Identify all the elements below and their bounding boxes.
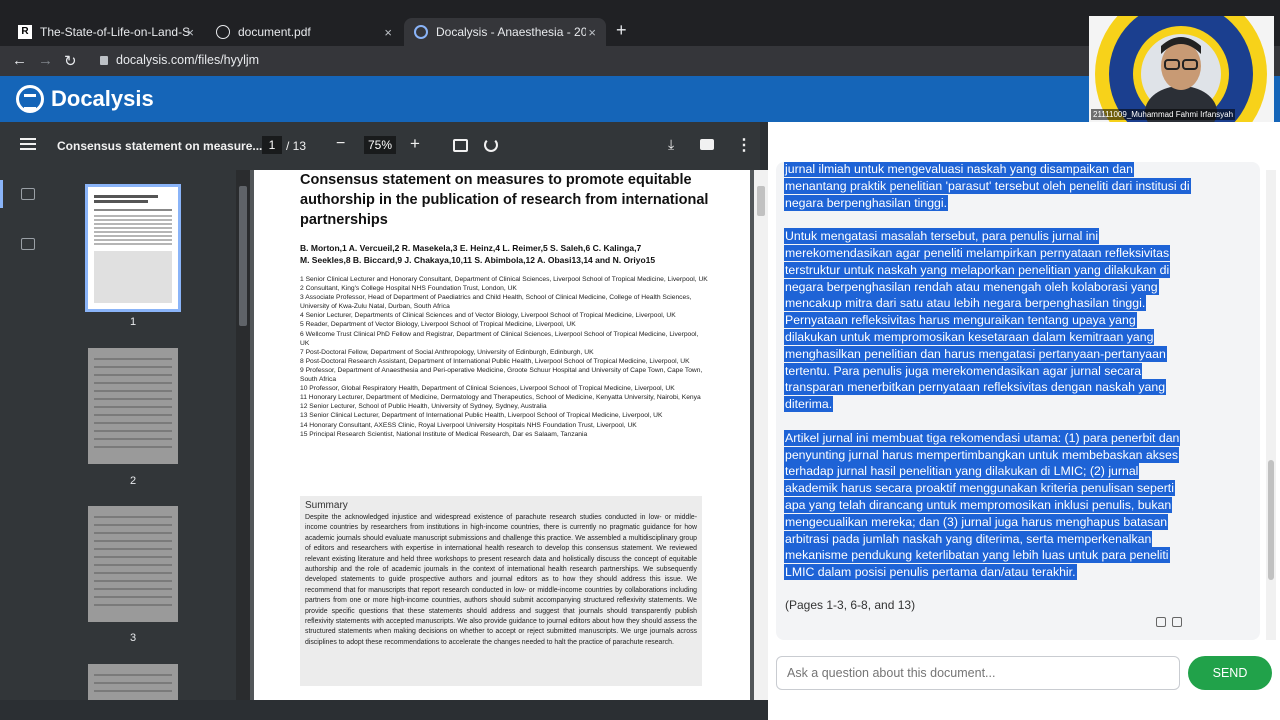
pdf-document-title: Consensus statement on measure... <box>57 139 263 153</box>
docalysis-logo[interactable]: Docalysis <box>16 85 154 113</box>
affiliation: 12 Senior Lecturer, School of Public Hea… <box>300 403 547 411</box>
summary-heading: Summary <box>305 500 348 511</box>
hamburger-menu-icon[interactable] <box>20 138 36 150</box>
lock-icon <box>100 56 108 65</box>
more-options-icon[interactable]: ⋮ <box>736 135 752 155</box>
pdf-scrollbar[interactable] <box>754 170 768 700</box>
summary-body: Despite the acknowledged injustice and w… <box>305 514 697 646</box>
tab-docalysis[interactable]: Docalysis - Anaesthesia - 2021 - × <box>404 18 606 46</box>
answer-paragraph: jurnal ilmiah untuk mengevaluasi naskah … <box>785 162 1190 210</box>
docalysis-logo-icon <box>16 85 44 113</box>
question-input[interactable] <box>776 656 1180 690</box>
affiliation: 13 Senior Clinical Lecturer, Department … <box>300 412 663 420</box>
new-tab-button[interactable]: + <box>616 20 627 41</box>
forward-arrow-icon[interactable]: → <box>38 52 53 69</box>
participant-name: 21111009_Muhammad Fahmi Irfansyah <box>1091 109 1236 120</box>
pdf-sidebar-rail <box>0 170 56 700</box>
zoom-level-input[interactable]: 75% <box>364 136 396 154</box>
affiliation: 3 Associate Professor, Head of Departmen… <box>300 294 692 311</box>
url-text: docalysis.com/files/hyyljm <box>116 53 260 67</box>
answer-bubble: jurnal ilmiah untuk mengevaluasi naskah … <box>776 162 1260 640</box>
thumbs-up-icon[interactable] <box>1156 617 1166 627</box>
answer-paragraph: Artikel jurnal ini membuat tiga rekomend… <box>785 430 1180 580</box>
thumbnail-pane: 1 2 3 <box>56 170 236 700</box>
app-name: Docalysis <box>51 86 154 111</box>
affiliation: 10 Professor, Global Respiratory Health,… <box>300 385 675 393</box>
close-icon[interactable]: × <box>384 25 392 40</box>
page-number-input[interactable]: 1 <box>262 136 282 154</box>
fit-page-icon[interactable] <box>453 139 468 152</box>
thumbnail-label: 2 <box>129 475 137 487</box>
back-arrow-icon[interactable]: ← <box>12 52 27 69</box>
browser-tab-strip: R The-State-of-Life-on-Land-SDG- × docum… <box>0 0 1280 46</box>
zoom-in-button[interactable]: + <box>410 134 420 154</box>
pdf-viewport: Consensus statement on measures to promo… <box>250 170 754 700</box>
chat-panel: jurnal ilmiah untuk mengevaluasi naskah … <box>768 122 1280 720</box>
article-title: Consensus statement on measures to promo… <box>300 172 709 228</box>
affiliation: 11 Honorary Lecturer, Department of Medi… <box>300 394 701 402</box>
docalysis-icon <box>414 25 428 39</box>
scrollbar-thumb[interactable] <box>757 186 765 216</box>
thumbnail-scrollbar[interactable] <box>236 170 250 700</box>
pdf-page: Consensus statement on measures to promo… <box>254 170 750 700</box>
thumbnail-label: 3 <box>129 632 137 644</box>
page-thumbnail-4[interactable] <box>88 664 178 700</box>
affiliation: 1 Senior Clinical Lecturer and Honorary … <box>300 276 708 283</box>
authors-line-2: M. Seekles,8 B. Biccard,9 J. Chakaya,10,… <box>300 255 656 265</box>
tab-label: Docalysis - Anaesthesia - 2021 - <box>436 25 586 39</box>
address-bar: ← → ↻ docalysis.com/files/hyyljm <box>0 46 1280 76</box>
university-seal-icon <box>1089 16 1274 122</box>
close-icon[interactable]: × <box>588 25 596 40</box>
affiliation: 8 Post-Doctoral Research Assistant, Depa… <box>300 357 690 365</box>
affiliation: 15 Principal Research Scientist, Nationa… <box>300 430 588 438</box>
pdf-toolbar: Consensus statement on measure... 1 / 13… <box>0 122 760 170</box>
page-thumbnail-1[interactable] <box>85 184 181 312</box>
page-thumbnail-3[interactable] <box>88 506 178 622</box>
tab-label: document.pdf <box>238 25 311 39</box>
affiliation: 14 Honorary Consultant, AXESS Clinic, Ro… <box>300 421 637 429</box>
send-button[interactable]: SEND <box>1188 656 1272 690</box>
researchgate-icon: R <box>18 25 32 39</box>
summary-box: Summary Despite the acknowledged injusti… <box>300 496 702 686</box>
rotate-icon[interactable] <box>484 138 498 152</box>
affiliation: 7 Post-Doctoral Fellow, Department of So… <box>300 348 594 356</box>
scrollbar-thumb[interactable] <box>239 186 247 326</box>
page-thumbnail-2[interactable] <box>88 348 178 464</box>
webcam-overlay: 21111009_Muhammad Fahmi Irfansyah <box>1089 16 1274 122</box>
scrollbar-thumb[interactable] <box>1268 460 1274 580</box>
docalysis-header: Docalysis <box>0 76 1280 122</box>
page-total: / 13 <box>286 139 307 153</box>
answer-paragraph: Untuk mengatasi masalah tersebut, para p… <box>785 229 1170 412</box>
active-indicator <box>0 180 3 208</box>
affiliation: 2 Consultant, King's College Hospital NH… <box>300 285 517 293</box>
thumbs-down-icon[interactable] <box>1172 617 1182 627</box>
url-field[interactable]: docalysis.com/files/hyyljm <box>100 53 259 67</box>
tab-document-pdf[interactable]: document.pdf × <box>206 18 402 46</box>
affiliation: 5 Reader, Department of Vector Biology, … <box>300 321 576 329</box>
screen: R The-State-of-Life-on-Land-SDG- × docum… <box>0 0 1280 720</box>
zoom-out-button[interactable]: − <box>336 135 345 153</box>
tab-state-of-life[interactable]: R The-State-of-Life-on-Land-SDG- × <box>8 18 204 46</box>
affiliation: 6 Wellcome Trust Clinical PhD Fellow and… <box>300 330 699 347</box>
download-icon[interactable]: ⤓ <box>668 136 674 153</box>
tab-label: The-State-of-Life-on-Land-SDG- <box>40 25 190 39</box>
affiliation: 9 Professor, Department of Anaesthesia a… <box>300 366 703 384</box>
reload-icon[interactable]: ↻ <box>64 52 77 70</box>
thumbnail-label: 1 <box>129 316 137 328</box>
chat-scrollbar[interactable] <box>1266 170 1276 640</box>
author-list: B. Morton,1 A. Vercueil,2 R. Masekela,3 … <box>300 242 700 266</box>
outline-icon[interactable] <box>21 238 35 250</box>
globe-icon <box>216 25 230 39</box>
authors-line-1: B. Morton,1 A. Vercueil,2 R. Masekela,3 … <box>300 243 642 253</box>
close-icon[interactable]: × <box>186 25 194 40</box>
thumbnails-icon[interactable] <box>21 188 35 200</box>
affiliations: 1 Senior Clinical Lecturer and Honorary … <box>300 275 708 439</box>
affiliation: 4 Senior Lecturer, Departments of Clinic… <box>300 312 676 320</box>
source-pages: (Pages 1-3, 6-8, and 13) <box>785 598 916 612</box>
print-icon[interactable] <box>700 139 714 150</box>
answer-text[interactable]: jurnal ilmiah untuk mengevaluasi naskah … <box>785 162 1190 598</box>
